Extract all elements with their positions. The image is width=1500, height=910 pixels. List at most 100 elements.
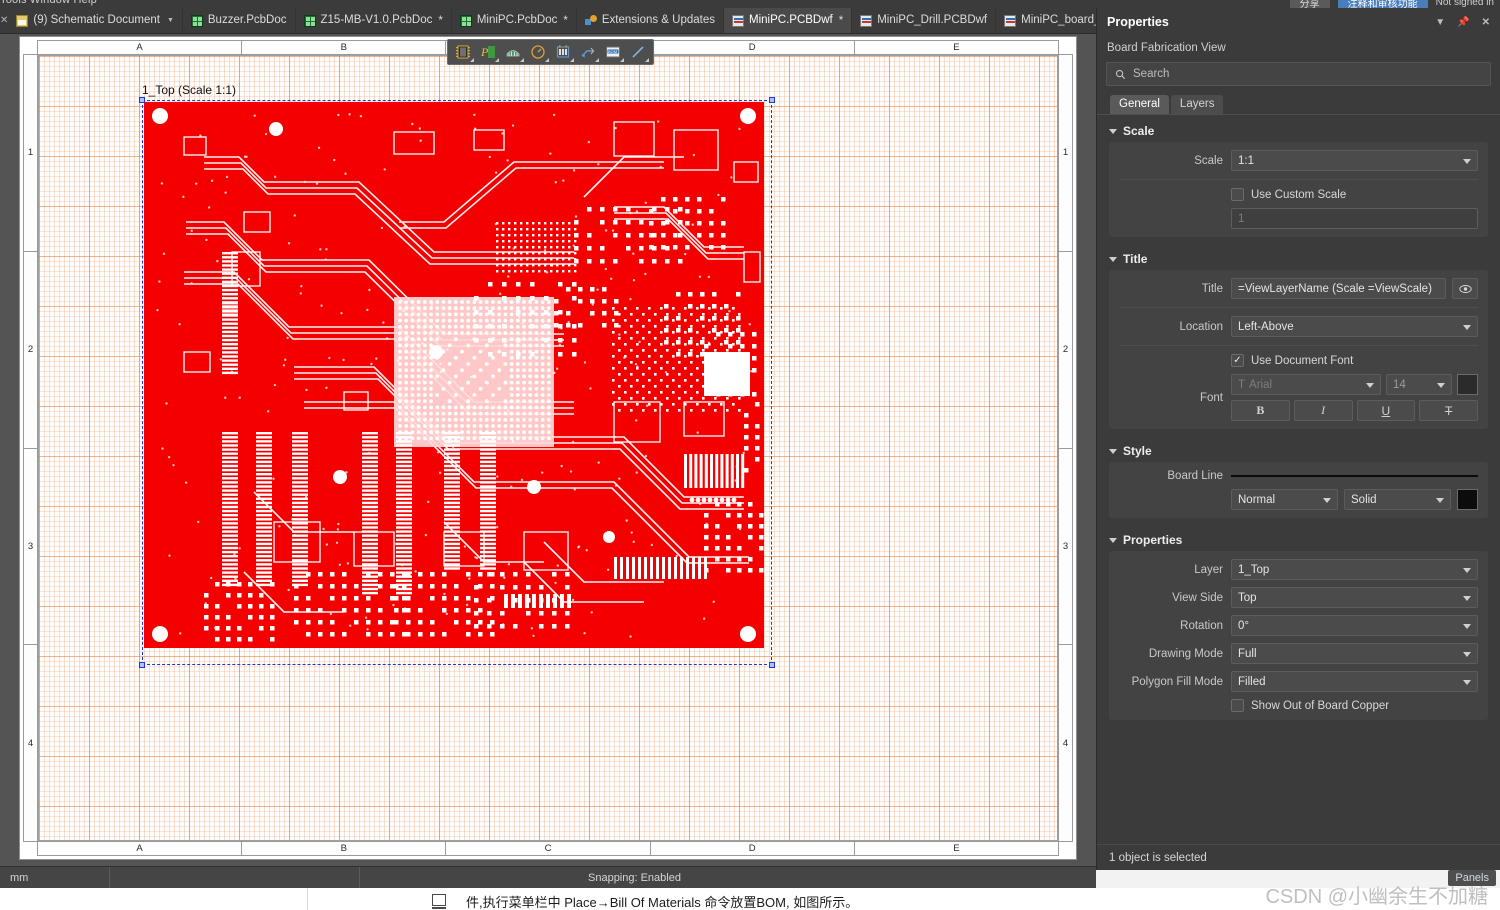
show-out-of-board-copper-checkbox[interactable] xyxy=(1231,699,1244,712)
place-board-section-view-icon[interactable] xyxy=(501,41,525,63)
tabbar-close-icon[interactable]: ✕ xyxy=(0,8,8,33)
status-bar: mm Snapping: Enabled xyxy=(0,866,1096,888)
draftsman-doc-icon xyxy=(732,15,744,27)
font-size-select[interactable]: 14 xyxy=(1386,374,1452,395)
pin-icon[interactable]: 📌 xyxy=(1457,17,1469,28)
menu-ghost-labels[interactable]: Tools Window Help xyxy=(0,0,97,8)
tab-label: Extensions & Updates xyxy=(602,15,715,27)
submenu-corner-icon xyxy=(495,58,499,62)
ruler-tick: E xyxy=(855,842,1058,855)
location-value: Left-Above xyxy=(1238,321,1294,333)
place-board-fabrication-view-icon[interactable]: P xyxy=(476,41,500,63)
tab-minipc-pcbdwf[interactable]: MiniPC.PCBDwf * xyxy=(724,8,852,33)
board-copper-artwork xyxy=(144,102,764,648)
strikethrough-button[interactable]: T xyxy=(1419,400,1478,421)
signin-status[interactable]: Not signed in xyxy=(1436,0,1494,8)
polygon-fill-mode-select[interactable]: Filled xyxy=(1231,671,1478,692)
sheet-paper: A B C D E A B C D E 1 2 3 4 1 2 xyxy=(19,36,1077,860)
tab-z15-mb-pcbdoc[interactable]: Z15-MB-V1.0.PcbDoc * xyxy=(296,8,452,33)
line-color-swatch[interactable] xyxy=(1457,489,1478,510)
chevron-down-icon xyxy=(1366,383,1374,388)
layer-select[interactable]: 1_Top xyxy=(1231,559,1478,580)
panel-content: Scale Scale 1:1 Use Custom xyxy=(1097,115,1500,844)
place-drill-table-icon[interactable] xyxy=(526,41,550,63)
show-out-of-board-copper-checkbox-row[interactable]: Show Out of Board Copper xyxy=(1231,699,1389,712)
view-side-row: View Side Top xyxy=(1119,587,1478,608)
line-style-select[interactable]: Solid xyxy=(1344,489,1451,510)
draftsman-place-toolbar[interactable]: P xyxy=(447,39,654,65)
pcb-artwork-svg xyxy=(144,102,764,648)
line-weight-value: Normal xyxy=(1238,494,1275,506)
tab-layers[interactable]: Layers xyxy=(1171,95,1224,114)
place-layer-stack-legend-icon[interactable] xyxy=(551,41,575,63)
title-visibility-toggle[interactable] xyxy=(1452,278,1478,299)
use-document-font-checkbox[interactable] xyxy=(1231,354,1244,367)
chevron-down-icon xyxy=(1463,624,1471,629)
tab-label: MiniPC.PcbDoc xyxy=(477,15,558,27)
tab-extensions-updates[interactable]: Extensions & Updates xyxy=(577,8,724,33)
place-callout-icon[interactable] xyxy=(576,41,600,63)
view-side-select[interactable]: Top xyxy=(1231,587,1478,608)
place-board-assembly-view-icon[interactable] xyxy=(451,41,475,63)
bold-button[interactable]: B xyxy=(1231,400,1290,421)
divider xyxy=(1119,345,1478,346)
location-select[interactable]: Left-Above xyxy=(1231,316,1478,337)
use-custom-scale-checkbox-row[interactable]: Use Custom Scale xyxy=(1231,188,1346,201)
place-bill-of-materials-icon[interactable]: BOM xyxy=(601,41,625,63)
board-fabrication-view[interactable]: 1_Top (Scale 1:1) xyxy=(142,100,772,680)
chevron-down-icon[interactable]: ▼ xyxy=(167,17,174,24)
submenu-corner-icon xyxy=(470,58,474,62)
panel-menu-icon[interactable]: ▼ xyxy=(1435,17,1445,28)
show-out-of-board-copper-row: Show Out of Board Copper xyxy=(1119,699,1478,712)
chevron-down-icon xyxy=(1323,498,1331,503)
selection-handle[interactable] xyxy=(139,97,145,103)
unsaved-indicator: * xyxy=(438,15,442,27)
selection-handle[interactable] xyxy=(139,662,145,668)
use-custom-scale-checkbox[interactable] xyxy=(1231,188,1244,201)
scale-label: Scale xyxy=(1119,155,1223,167)
custom-scale-input[interactable]: 1 xyxy=(1231,208,1478,229)
drawing-sheet[interactable]: 1_Top (Scale 1:1) xyxy=(38,55,1058,841)
search-icon xyxy=(1115,69,1126,80)
scale-select[interactable]: 1:1 xyxy=(1231,150,1478,171)
submenu-corner-icon xyxy=(620,58,624,62)
divider xyxy=(1119,307,1478,308)
drawing-canvas[interactable]: A B C D E A B C D E 1 2 3 4 1 2 xyxy=(0,34,1096,866)
font-color-swatch[interactable] xyxy=(1457,374,1478,395)
selection-handle[interactable] xyxy=(769,662,775,668)
tab-minipc-drill-pcbdwf[interactable]: MiniPC_Drill.PCBDwf xyxy=(852,8,996,33)
drawing-mode-select[interactable]: Full xyxy=(1231,643,1478,664)
submenu-corner-icon xyxy=(570,58,574,62)
line-weight-select[interactable]: Normal xyxy=(1231,489,1338,510)
tab-label: Z15-MB-V1.0.PcbDoc xyxy=(321,15,433,27)
place-line-icon[interactable] xyxy=(626,41,650,63)
underline-button[interactable]: U xyxy=(1357,400,1416,421)
ruler-tick: 2 xyxy=(1059,252,1072,449)
status-units: mm xyxy=(0,867,110,888)
tab-buzzer-pcbdoc[interactable]: Buzzer.PcbDoc xyxy=(183,8,296,33)
ruler-bottom: A B C D E xyxy=(37,841,1059,856)
menu-strip: Tools Window Help 分享 注释和审核功能 Not signed … xyxy=(0,0,1500,8)
tab-schematic-document[interactable]: (9) Schematic Document ▼ xyxy=(8,8,182,33)
search-input[interactable]: Search xyxy=(1106,62,1491,86)
document-divider xyxy=(307,888,308,910)
selection-handle[interactable] xyxy=(769,97,775,103)
panel-titlebar: Properties ▼ 📌 ✕ xyxy=(1097,8,1500,36)
use-document-font-checkbox-row[interactable]: Use Document Font xyxy=(1231,354,1353,367)
rotation-label: Rotation xyxy=(1119,620,1223,632)
section-header-title[interactable]: Title xyxy=(1097,247,1500,270)
font-family-select[interactable]: T Arial xyxy=(1231,374,1381,395)
tab-general[interactable]: General xyxy=(1110,95,1169,114)
rotation-select[interactable]: 0° xyxy=(1231,615,1478,636)
close-icon[interactable]: ✕ xyxy=(1482,17,1490,28)
title-input[interactable]: =ViewLayerName (Scale =ViewScale) xyxy=(1231,278,1446,299)
tab-minipc-pcbdoc[interactable]: MiniPC.PcbDoc * xyxy=(452,8,577,33)
section-header-properties[interactable]: Properties xyxy=(1097,528,1500,551)
background-document-text: 件,执行菜单栏中 Place→Bill Of Materials 命令放置BOM… xyxy=(466,892,858,910)
panel-footer: 1 object is selected xyxy=(1097,844,1500,870)
section-header-scale[interactable]: Scale xyxy=(1097,119,1500,142)
submenu-corner-icon xyxy=(545,58,549,62)
properties-panel: Properties ▼ 📌 ✕ Board Fabrication View … xyxy=(1096,8,1500,870)
italic-button[interactable]: I xyxy=(1294,400,1353,421)
section-header-style[interactable]: Style xyxy=(1097,439,1500,462)
